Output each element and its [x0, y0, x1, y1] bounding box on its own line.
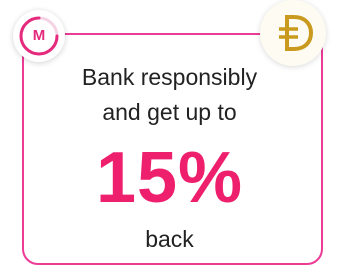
promo-widget: M Bank responsibly and get up to 15% bac… [0, 0, 339, 279]
promo-line-3: back [145, 226, 194, 252]
m-ring-badge-icon: M [13, 10, 65, 62]
promo-line-1: Bank responsibly [81, 64, 258, 90]
dash-d-coin-icon [260, 0, 326, 66]
promo-line-2: and get up to [102, 99, 237, 125]
promo-percent: 15% [95, 138, 244, 218]
badge-letter: M [32, 27, 46, 44]
